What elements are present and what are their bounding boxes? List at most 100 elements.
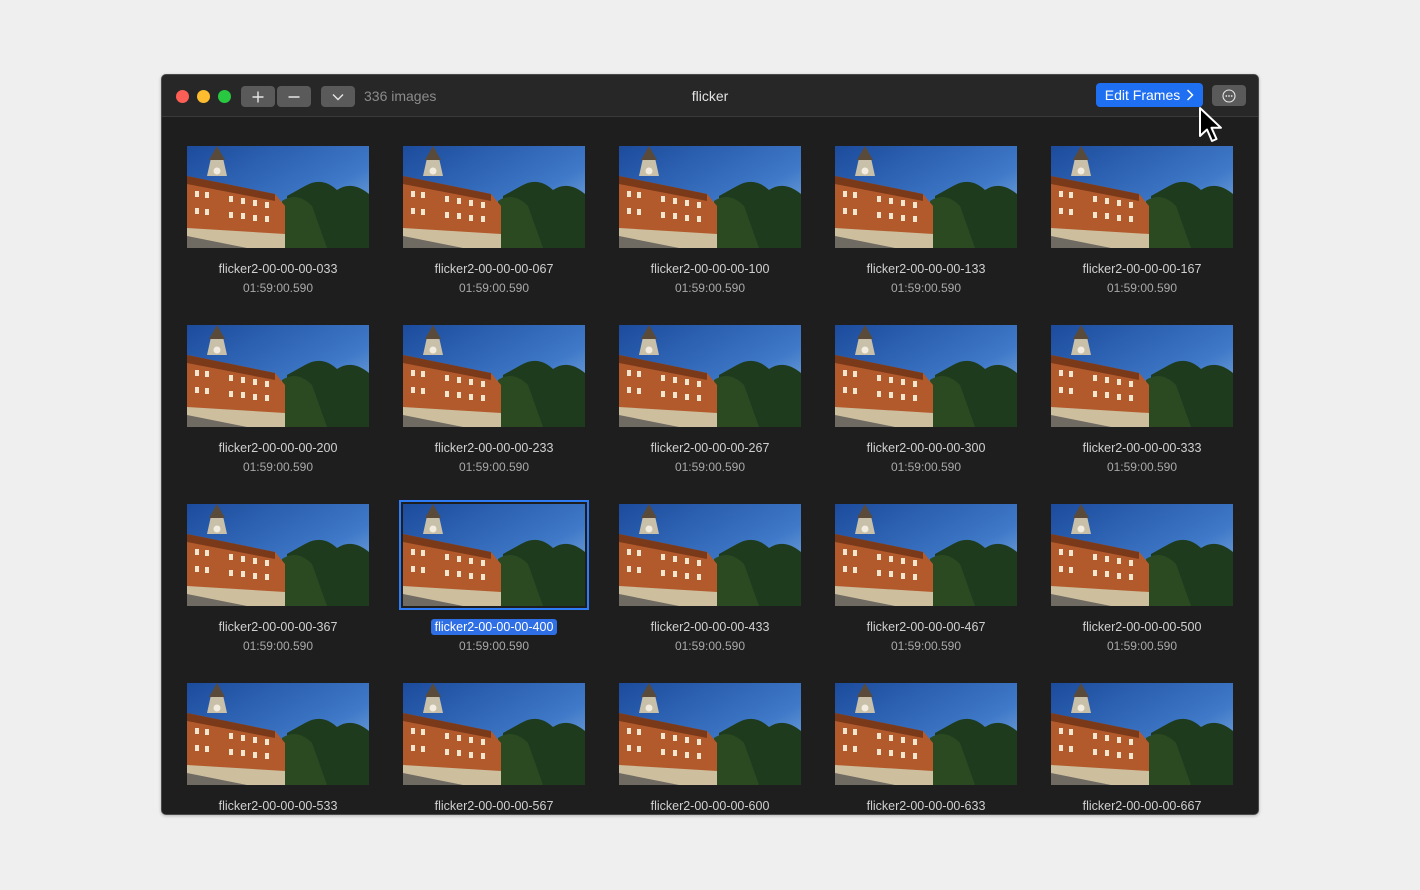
- frame-name-row: flicker2-00-00-00-633: [835, 797, 1017, 814]
- frame-thumbnail-image: [619, 683, 801, 785]
- chevron-right-icon: [1187, 89, 1194, 101]
- frame-thumbnail[interactable]: [187, 146, 369, 248]
- frame-cell[interactable]: flicker2-00-00-00-167 01:59:00.590: [1051, 146, 1233, 325]
- frame-name-row: flicker2-00-00-00-100: [619, 260, 801, 279]
- more-icon: [1222, 88, 1236, 103]
- frame-timecode: 01:59:00.590: [890, 460, 962, 474]
- frame-cell[interactable]: flicker2-00-00-00-533: [187, 683, 369, 814]
- frames-browser[interactable]: flicker2-00-00-00-033 01:59:00.590 flick…: [162, 117, 1258, 814]
- frame-cell[interactable]: flicker2-00-00-00-467 01:59:00.590: [835, 504, 1017, 683]
- frame-cell[interactable]: flicker2-00-00-00-300 01:59:00.590: [835, 325, 1017, 504]
- frame-thumbnail[interactable]: [187, 504, 369, 606]
- frame-thumbnail-image: [619, 325, 801, 427]
- frame-timecode: 01:59:00.590: [242, 281, 314, 295]
- frame-thumbnail[interactable]: [1051, 504, 1233, 606]
- frame-thumbnail[interactable]: [187, 325, 369, 427]
- frame-name-row: flicker2-00-00-00-300: [835, 439, 1017, 458]
- frame-cell[interactable]: flicker2-00-00-00-433 01:59:00.590: [619, 504, 801, 683]
- frame-thumbnail-image: [619, 146, 801, 248]
- frame-timecode: 01:59:00.590: [1106, 460, 1178, 474]
- frame-thumbnail[interactable]: [835, 325, 1017, 427]
- frame-name-row: flicker2-00-00-00-233: [403, 439, 585, 458]
- add-button[interactable]: [241, 86, 275, 107]
- frame-name: flicker2-00-00-00-100: [650, 262, 770, 276]
- frame-cell[interactable]: flicker2-00-00-00-133 01:59:00.590: [835, 146, 1017, 325]
- frame-thumbnail[interactable]: [619, 325, 801, 427]
- frame-cell[interactable]: flicker2-00-00-00-367 01:59:00.590: [187, 504, 369, 683]
- frame-thumbnail-image: [403, 146, 585, 248]
- frame-thumbnail-image: [187, 146, 369, 248]
- minimize-window-button[interactable]: [197, 90, 210, 103]
- frame-thumbnail[interactable]: [835, 504, 1017, 606]
- frame-name: flicker2-00-00-00-200: [218, 441, 338, 455]
- frame-name-row: flicker2-00-00-00-400: [403, 618, 585, 637]
- frame-name: flicker2-00-00-00-367: [218, 620, 338, 634]
- frame-thumbnail[interactable]: [835, 146, 1017, 248]
- frame-thumbnail-image: [1051, 325, 1233, 427]
- frame-cell[interactable]: flicker2-00-00-00-033 01:59:00.590: [187, 146, 369, 325]
- frame-cell[interactable]: flicker2-00-00-00-333 01:59:00.590: [1051, 325, 1233, 504]
- chevron-down-icon: [332, 93, 344, 100]
- frame-name-row: flicker2-00-00-00-267: [619, 439, 801, 458]
- frame-name-row: flicker2-00-00-00-067: [403, 260, 585, 279]
- more-options-button[interactable]: [1212, 85, 1246, 106]
- frame-name: flicker2-00-00-00-567: [434, 799, 554, 813]
- plus-icon: [252, 91, 264, 102]
- frame-name: flicker2-00-00-00-667: [1082, 799, 1202, 813]
- frame-name: flicker2-00-00-00-600: [650, 799, 770, 813]
- frame-name: flicker2-00-00-00-267: [650, 441, 770, 455]
- frame-timecode: 01:59:00.590: [890, 639, 962, 653]
- frame-name-row: flicker2-00-00-00-533: [187, 797, 369, 814]
- frame-thumbnail-image: [403, 325, 585, 427]
- remove-button[interactable]: [277, 86, 311, 107]
- frame-name-row: flicker2-00-00-00-500: [1051, 618, 1233, 637]
- frame-thumbnail[interactable]: [1051, 325, 1233, 427]
- frame-thumbnail-image: [835, 325, 1017, 427]
- frame-timecode: 01:59:00.590: [458, 460, 530, 474]
- frame-cell[interactable]: flicker2-00-00-00-600: [619, 683, 801, 814]
- frame-cell[interactable]: flicker2-00-00-00-200 01:59:00.590: [187, 325, 369, 504]
- frame-cell[interactable]: flicker2-00-00-00-400 01:59:00.590: [399, 500, 589, 683]
- frame-cell[interactable]: flicker2-00-00-00-667: [1051, 683, 1233, 814]
- frame-name: flicker2-00-00-00-033: [218, 262, 338, 276]
- frame-thumbnail[interactable]: [1051, 146, 1233, 248]
- frame-cell[interactable]: flicker2-00-00-00-067 01:59:00.590: [403, 146, 585, 325]
- frame-cell[interactable]: flicker2-00-00-00-633: [835, 683, 1017, 814]
- frame-name: flicker2-00-00-00-167: [1082, 262, 1202, 276]
- frame-thumbnail[interactable]: [403, 325, 585, 427]
- frame-timecode: 01:59:00.590: [674, 281, 746, 295]
- frame-name: flicker2-00-00-00-333: [1082, 441, 1202, 455]
- frame-thumbnail-image: [403, 504, 585, 606]
- frame-name: flicker2-00-00-00-533: [218, 799, 338, 813]
- frame-timecode: 01:59:00.590: [674, 639, 746, 653]
- frame-name: flicker2-00-00-00-233: [434, 441, 554, 455]
- frame-thumbnail-image: [187, 683, 369, 785]
- view-options-dropdown[interactable]: [321, 86, 355, 107]
- frame-thumbnail[interactable]: [1051, 683, 1233, 785]
- frame-thumbnail[interactable]: [403, 146, 585, 248]
- frame-thumbnail[interactable]: [399, 500, 589, 610]
- frame-thumbnail-image: [835, 146, 1017, 248]
- frame-thumbnail[interactable]: [835, 683, 1017, 785]
- frame-cell[interactable]: flicker2-00-00-00-100 01:59:00.590: [619, 146, 801, 325]
- edit-frames-button[interactable]: Edit Frames: [1096, 83, 1203, 107]
- frame-cell[interactable]: flicker2-00-00-00-500 01:59:00.590: [1051, 504, 1233, 683]
- zoom-window-button[interactable]: [218, 90, 231, 103]
- frame-name-row: flicker2-00-00-00-433: [619, 618, 801, 637]
- frame-thumbnail[interactable]: [619, 504, 801, 606]
- close-window-button[interactable]: [176, 90, 189, 103]
- frame-thumbnail[interactable]: [619, 146, 801, 248]
- image-count-label: 336 images: [364, 88, 437, 104]
- frame-name-row: flicker2-00-00-00-200: [187, 439, 369, 458]
- frame-name: flicker2-00-00-00-500: [1082, 620, 1202, 634]
- frame-thumbnail[interactable]: [187, 683, 369, 785]
- frame-thumbnail-image: [1051, 504, 1233, 606]
- frame-thumbnail[interactable]: [619, 683, 801, 785]
- frame-cell[interactable]: flicker2-00-00-00-267 01:59:00.590: [619, 325, 801, 504]
- frame-thumbnail-image: [187, 325, 369, 427]
- frame-name: flicker2-00-00-00-300: [866, 441, 986, 455]
- frame-cell[interactable]: flicker2-00-00-00-233 01:59:00.590: [403, 325, 585, 504]
- frame-timecode: 01:59:00.590: [1106, 281, 1178, 295]
- frame-cell[interactable]: flicker2-00-00-00-567: [403, 683, 585, 814]
- frame-thumbnail[interactable]: [403, 683, 585, 785]
